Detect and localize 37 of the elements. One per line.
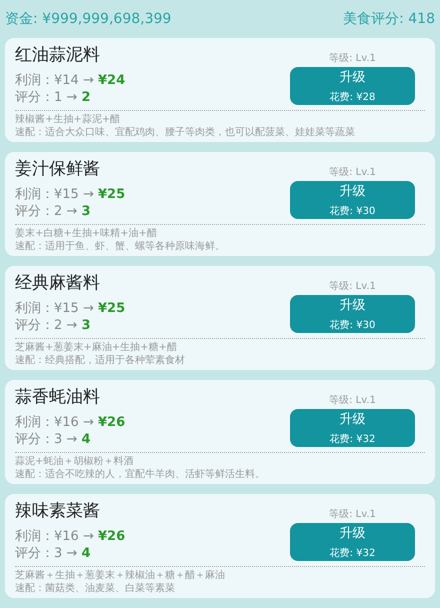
profit-text: 利润：¥15 → ¥25 <box>15 186 126 203</box>
recipe-name: 辣味素菜酱 <box>15 500 101 522</box>
rating-text: 评分：3 → 4 <box>15 431 92 448</box>
rating-text: 评分：3 → 4 <box>15 545 92 562</box>
rating-text: 评分：2 → 3 <box>15 317 92 334</box>
ingredients-text: 姜末+白糖+生抽+味精+油+醋 <box>15 227 158 240</box>
level-label: 等级: Lv.1 <box>329 394 376 407</box>
pairing-text: 速配：适用于鱼、虾、蟹、螺等各种原味海鲜。 <box>15 240 226 253</box>
pairing-text: 速配：经典搭配，适用于各种荤素食材 <box>15 354 186 367</box>
upgrade-button[interactable]: 升级 花费: ¥28 <box>290 67 415 105</box>
funds-label: 资金: ¥999,999,698,399 <box>5 10 172 28</box>
recipe-name: 姜汁保鲜酱 <box>15 158 101 180</box>
pairing-text: 速配：适合大众口味、宜配鸡肉、腰子等肉类，也可以配菠菜、娃娃菜等蔬菜 <box>15 126 356 139</box>
ingredients-text: 芝麻酱＋生抽＋葱姜末＋辣椒油＋糖＋醋＋麻油 <box>15 569 226 582</box>
level-label: 等级: Lv.1 <box>329 166 376 179</box>
upgrade-button[interactable]: 升级 花费: ¥32 <box>290 409 415 447</box>
recipe-name: 红油蒜泥料 <box>15 44 101 66</box>
ingredients-text: 辣椒酱+生抽+蒜泥+醋 <box>15 113 122 126</box>
pairing-text: 速配：菌菇类、油麦菜、白菜等素菜 <box>15 582 176 595</box>
rating-text: 评分：2 → 3 <box>15 203 92 220</box>
level-label: 等级: Lv.1 <box>329 508 376 521</box>
profit-text: 利润：¥14 → ¥24 <box>15 72 126 89</box>
upgrade-button[interactable]: 升级 花费: ¥30 <box>290 295 415 333</box>
level-label: 等级: Lv.1 <box>329 52 376 65</box>
recipe-name: 蒜香蚝油料 <box>15 386 101 408</box>
upgrade-button[interactable]: 升级 花费: ¥30 <box>290 181 415 219</box>
rating-text: 评分：1 → 2 <box>15 89 92 106</box>
profit-text: 利润：¥16 → ¥26 <box>15 528 126 545</box>
ingredients-text: 蒜泥+蚝油＋胡椒粉＋料酒 <box>15 455 134 468</box>
pairing-text: 速配：适合不吃辣的人，宜配牛羊肉、活虾等鲜活生料。 <box>15 468 266 481</box>
recipe-name: 经典麻酱料 <box>15 272 101 294</box>
upgrade-button[interactable]: 升级 花费: ¥32 <box>290 523 415 561</box>
profit-text: 利润：¥16 → ¥26 <box>15 414 126 431</box>
food-score-label: 美食评分: 418 <box>343 10 435 28</box>
level-label: 等级: Lv.1 <box>329 280 376 293</box>
ingredients-text: 芝麻酱+葱姜末+麻油+生抽+糖+醋 <box>15 341 178 354</box>
profit-text: 利润：¥15 → ¥25 <box>15 300 126 317</box>
